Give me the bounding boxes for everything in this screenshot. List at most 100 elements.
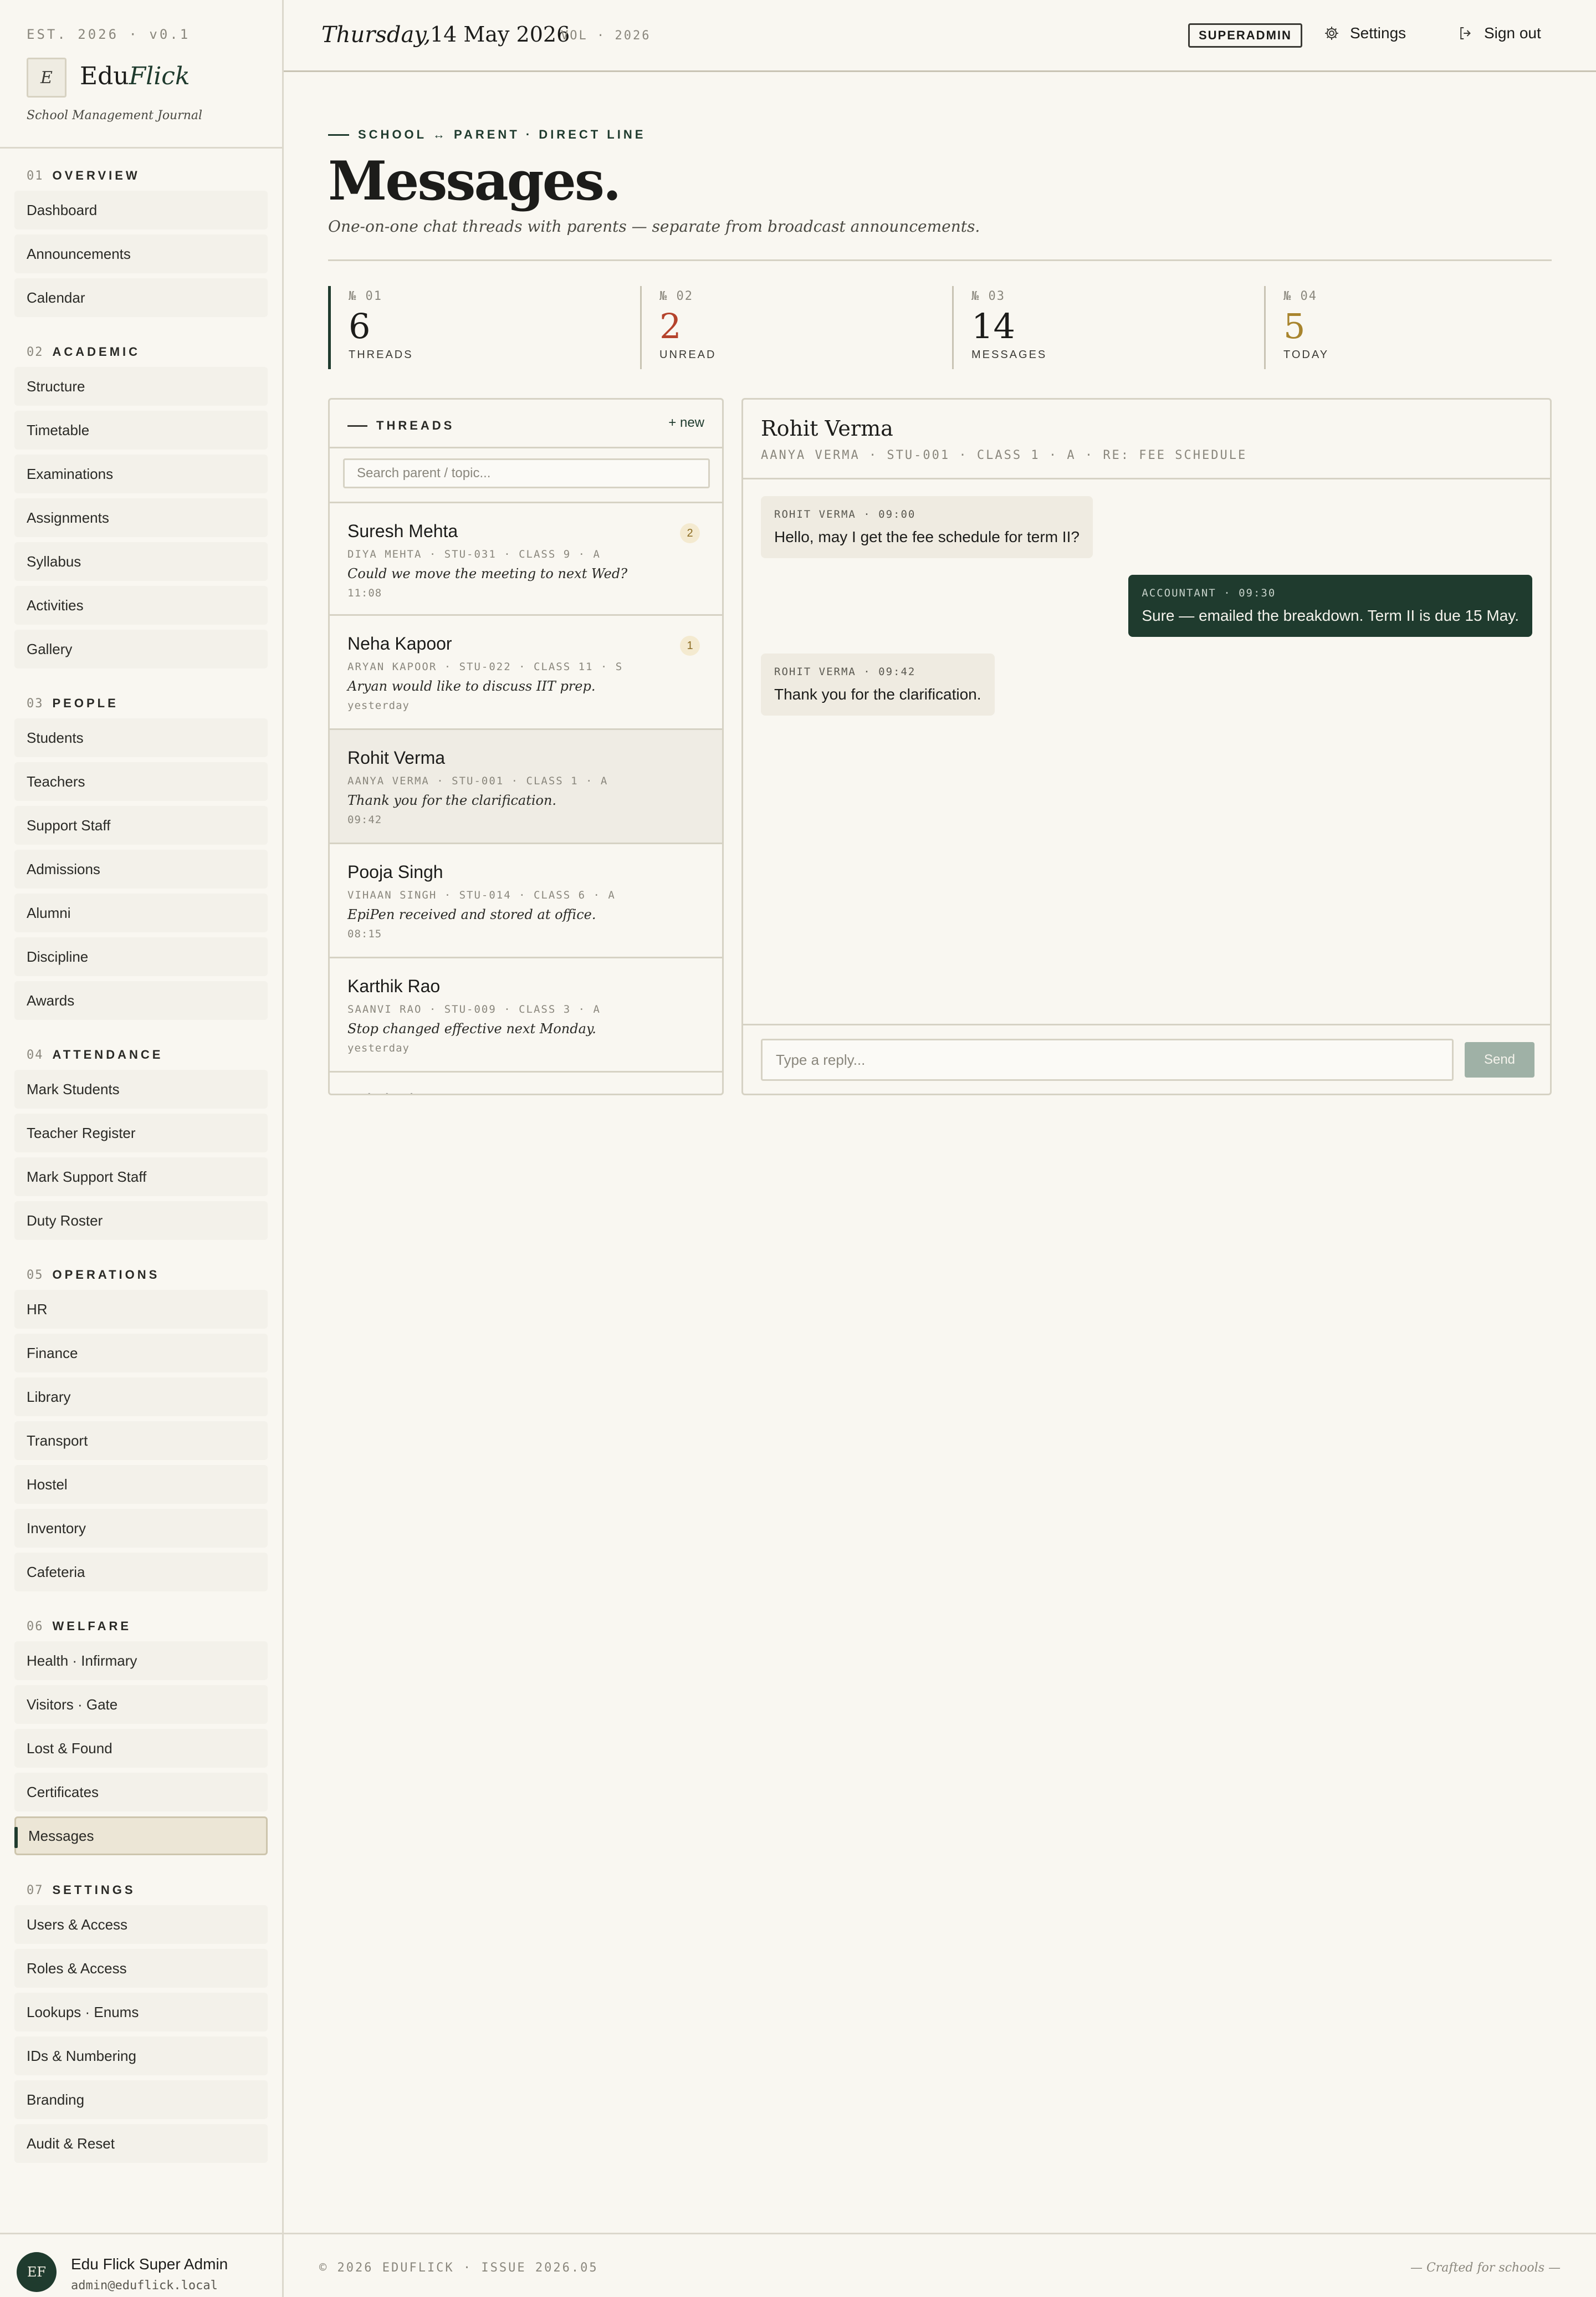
- sidebar-item-gallery[interactable]: Gallery: [14, 630, 268, 668]
- sidebar-item-cafeteria[interactable]: Cafeteria: [14, 1553, 268, 1591]
- nav-section-title: OPERATIONS: [52, 1268, 160, 1282]
- topbar: Thursday, 14 May 2026 VOL · 2026 SUPERAD…: [284, 0, 1596, 72]
- sidebar-item-discipline[interactable]: Discipline: [14, 937, 268, 976]
- nav-section-overview: 01 OVERVIEW Dashboard Announcements Calendar: [0, 166, 282, 317]
- sidebar-item-messages[interactable]: Messages: [14, 1816, 268, 1855]
- sidebar-item-mark-students[interactable]: Mark Students: [14, 1070, 268, 1109]
- footer-crafted: — Crafted for schools —: [1410, 2261, 1561, 2275]
- sidebar-item-lost-found[interactable]: Lost & Found: [14, 1729, 268, 1768]
- stat-value: 14: [971, 306, 1015, 346]
- sidebar: EST. 2026 · v0.1 E EduFlick School Manag…: [0, 0, 284, 2297]
- thread-preview: Thank you for the clarification.: [347, 793, 557, 808]
- chat-panel: Rohit Verma AANYA VERMA · STU-001 · CLAS…: [741, 398, 1552, 1095]
- thread-meta: SAANVI RAO · STU-009 · CLASS 3 · A: [347, 1003, 601, 1015]
- sidebar-item-admissions[interactable]: Admissions: [14, 850, 268, 889]
- thread-search-input[interactable]: [343, 458, 710, 488]
- send-button[interactable]: Send: [1465, 1042, 1534, 1078]
- nav-section-heading: 03 PEOPLE: [0, 694, 282, 713]
- chat-contact-meta: AANYA VERMA · STU-001 · CLASS 1 · A · RE…: [761, 448, 1247, 462]
- sidebar-item-announcements[interactable]: Announcements: [14, 234, 268, 273]
- sidebar-nav: 01 OVERVIEW Dashboard Announcements Calendar…: [0, 166, 282, 2188]
- brand-name-accent: Flick: [129, 62, 190, 90]
- sidebar-item-transport[interactable]: Transport: [14, 1421, 268, 1460]
- sidebar-item-roles-access[interactable]: Roles & Access: [14, 1949, 268, 1988]
- stat-value: 5: [1283, 306, 1306, 346]
- logo-mark[interactable]: E: [27, 58, 66, 98]
- brand-est: EST. 2026 · v0.1: [27, 27, 191, 42]
- sidebar-item-calendar[interactable]: Calendar: [14, 278, 268, 317]
- sidebar-item-finance[interactable]: Finance: [14, 1334, 268, 1372]
- sidebar-item-awards[interactable]: Awards: [14, 981, 268, 1020]
- message-header: ROHIT VERMA · 09:42: [774, 666, 916, 678]
- thread-item[interactable]: Neha Kapoor ARYAN KAPOOR · STU-022 · CLAS…: [330, 616, 722, 730]
- sidebar-item-ids-numbering[interactable]: IDs & Numbering: [14, 2036, 268, 2075]
- kicker-text: SCHOOL ↔ PARENT · DIRECT LINE: [358, 127, 646, 141]
- nav-section-number: 02: [27, 345, 44, 359]
- kicker-rule: [328, 134, 349, 136]
- sidebar-item-structure[interactable]: Structure: [14, 367, 268, 406]
- thread-item[interactable]: Rohit Verma AANYA VERMA · STU-001 · CLASS…: [330, 730, 722, 844]
- thread-item[interactable]: Karthik Rao SAANVI RAO · STU-009 · CLASS …: [330, 958, 722, 1073]
- sidebar-item-users-access[interactable]: Users & Access: [14, 1905, 268, 1944]
- sidebar-item-visitors-gate[interactable]: Visitors · Gate: [14, 1685, 268, 1724]
- nav-section-academic: 02 ACADEMIC Structure Timetable Examinations…: [0, 343, 282, 668]
- thread-meta: DIYA MEHTA · STU-031 · CLASS 9 · A: [347, 548, 601, 560]
- thread-item[interactable]: Lakshmi Iyer: [330, 1073, 722, 1094]
- nav-section-title: SETTINGS: [52, 1883, 136, 1897]
- brand-name-plain: Edu: [80, 62, 129, 90]
- sign-out-label: Sign out: [1484, 24, 1541, 42]
- nav-section-title: OVERVIEW: [52, 169, 140, 182]
- nav-section-heading: 05 OPERATIONS: [0, 1265, 282, 1284]
- brand-name[interactable]: EduFlick: [80, 62, 190, 90]
- sidebar-item-audit-reset[interactable]: Audit & Reset: [14, 2124, 268, 2163]
- sidebar-item-duty-roster[interactable]: Duty Roster: [14, 1201, 268, 1240]
- message-bubble-incoming: ROHIT VERMA · 09:42 Thank you for the cl…: [761, 654, 995, 716]
- sidebar-item-health-infirmary[interactable]: Health · Infirmary: [14, 1641, 268, 1680]
- sidebar-item-support-staff[interactable]: Support Staff: [14, 806, 268, 845]
- reply-input[interactable]: [761, 1039, 1454, 1081]
- sidebar-item-hostel[interactable]: Hostel: [14, 1465, 268, 1504]
- sidebar-item-alumni[interactable]: Alumni: [14, 894, 268, 932]
- thread-meta: ARYAN KAPOOR · STU-022 · CLASS 11 · S: [347, 661, 623, 673]
- sidebar-item-students[interactable]: Students: [14, 718, 268, 757]
- sidebar-item-examinations[interactable]: Examinations: [14, 455, 268, 493]
- user-profile[interactable]: EF Edu Flick Super Admin admin@eduflick.…: [0, 2233, 282, 2297]
- user-email: admin@eduflick.local: [71, 2279, 218, 2293]
- sidebar-item-lookups-enums[interactable]: Lookups · Enums: [14, 1993, 268, 2031]
- sidebar-item-syllabus[interactable]: Syllabus: [14, 542, 268, 581]
- nav-section-attendance: 04 ATTENDANCE Mark Students Teacher Registe…: [0, 1045, 282, 1240]
- sidebar-item-hr[interactable]: HR: [14, 1290, 268, 1329]
- thread-preview: Could we move the meeting to next Wed?: [347, 566, 628, 581]
- avatar[interactable]: EF: [17, 2252, 57, 2292]
- stat-label: TODAY: [1283, 349, 1329, 361]
- sidebar-item-assignments[interactable]: Assignments: [14, 498, 268, 537]
- sidebar-item-timetable[interactable]: Timetable: [14, 411, 268, 450]
- chat-contact-name: Rohit Verma: [761, 416, 893, 441]
- sidebar-item-certificates[interactable]: Certificates: [14, 1773, 268, 1811]
- sidebar-item-teachers[interactable]: Teachers: [14, 762, 268, 801]
- threads-rule: [347, 425, 367, 427]
- sidebar-item-branding[interactable]: Branding: [14, 2080, 268, 2119]
- message-header: ACCOUNTANT · 09:30: [1142, 587, 1276, 599]
- sign-out-button[interactable]: Sign out: [1457, 24, 1541, 42]
- thread-item[interactable]: Suresh Mehta DIYA MEHTA · STU-031 · CLASS…: [330, 502, 722, 616]
- sidebar-item-dashboard[interactable]: Dashboard: [14, 191, 268, 229]
- stats-row: № 01 6 THREADS № 02 2 UNREAD № 03 14 MES…: [328, 286, 1552, 369]
- stat-label: THREADS: [349, 349, 413, 361]
- sidebar-item-inventory[interactable]: Inventory: [14, 1509, 268, 1548]
- sidebar-item-mark-support-staff[interactable]: Mark Support Staff: [14, 1157, 268, 1196]
- topbar-volume: VOL · 2026: [561, 29, 651, 43]
- new-thread-button[interactable]: + new: [668, 415, 704, 431]
- sidebar-item-activities[interactable]: Activities: [14, 586, 268, 625]
- nav-section-heading: 02 ACADEMIC: [0, 343, 282, 361]
- thread-item[interactable]: Pooja Singh VIHAAN SINGH · STU-014 · CLAS…: [330, 844, 722, 958]
- thread-time: 11:08: [347, 587, 382, 599]
- settings-button[interactable]: Settings: [1323, 24, 1406, 42]
- sidebar-item-library[interactable]: Library: [14, 1377, 268, 1416]
- sidebar-item-teacher-register[interactable]: Teacher Register: [14, 1114, 268, 1152]
- nav-section-title: ACADEMIC: [52, 345, 141, 359]
- nav-section-heading: 01 OVERVIEW: [0, 166, 282, 185]
- nav-section-number: 01: [27, 169, 44, 183]
- footer-copyright: © 2026 EDUFLICK · ISSUE 2026.05: [319, 2261, 598, 2275]
- page-subtitle: One-on-one chat threads with parents — s…: [328, 217, 980, 236]
